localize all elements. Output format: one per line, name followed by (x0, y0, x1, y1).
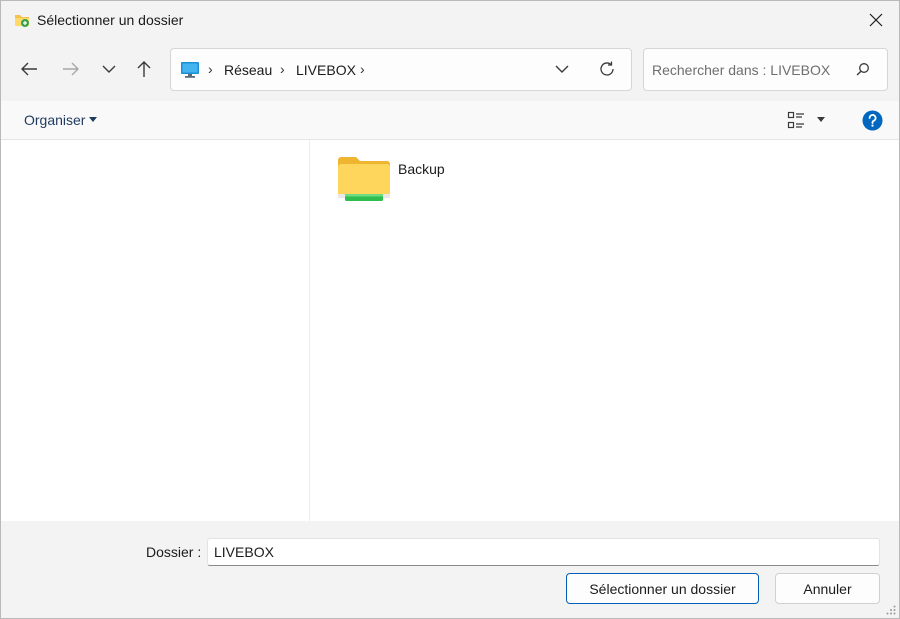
arrow-left-icon (21, 62, 37, 76)
search-input[interactable] (652, 60, 852, 80)
navigation-pane[interactable] (1, 140, 310, 521)
organise-label: Organiser (24, 112, 86, 128)
list-item-backup[interactable]: Backup (337, 156, 467, 208)
search-box[interactable] (643, 48, 888, 91)
organise-menu-button[interactable]: Organiser (24, 112, 98, 128)
up-button[interactable] (130, 55, 158, 83)
refresh-icon[interactable] (598, 60, 616, 78)
breadcrumb-separator-icon[interactable]: › (360, 61, 365, 77)
search-icon[interactable] (856, 62, 870, 76)
navigation-row: › Réseau › LIVEBOX › (1, 39, 899, 101)
resize-grip-icon[interactable] (886, 605, 896, 615)
cancel-button[interactable]: Annuler (775, 573, 880, 604)
help-icon[interactable] (862, 110, 883, 131)
folder-field-label: Dossier : (146, 544, 202, 560)
breadcrumb-separator-icon[interactable]: › (208, 61, 213, 77)
network-folder-icon (338, 157, 390, 201)
arrow-right-icon (63, 62, 79, 76)
caret-down-icon (817, 117, 825, 122)
forward-button[interactable] (57, 55, 85, 83)
back-button[interactable] (15, 55, 43, 83)
view-details-icon (787, 111, 804, 129)
window-title: Sélectionner un dossier (37, 12, 184, 28)
command-bar: Organiser (1, 101, 899, 140)
breadcrumb-reseau[interactable]: Réseau (224, 62, 272, 78)
folder-picker-dialog: Sélectionner un dossier › Réseau › LIVEB… (0, 0, 900, 619)
computer-icon (181, 62, 199, 78)
close-icon (869, 13, 883, 27)
title-bar: Sélectionner un dossier (1, 1, 899, 39)
change-view-button[interactable] (787, 111, 825, 129)
chevron-down-icon (102, 65, 116, 73)
caret-down-icon (89, 117, 98, 122)
address-history-chevron-icon[interactable] (555, 62, 569, 76)
select-folder-button[interactable]: Sélectionner un dossier (566, 573, 759, 604)
folder-name-input[interactable] (207, 538, 880, 566)
address-bar[interactable]: › Réseau › LIVEBOX › (170, 48, 632, 91)
folder-app-icon (15, 15, 29, 27)
close-button[interactable] (853, 1, 899, 39)
folder-name: Backup (398, 161, 445, 177)
dialog-footer: Dossier : Sélectionner un dossier Annule… (1, 521, 899, 618)
breadcrumb-livebox[interactable]: LIVEBOX (296, 62, 356, 78)
breadcrumb-separator-icon[interactable]: › (280, 61, 285, 77)
arrow-up-icon (137, 61, 151, 77)
file-list[interactable]: Backup (311, 140, 899, 521)
recent-locations-button[interactable] (95, 55, 123, 83)
